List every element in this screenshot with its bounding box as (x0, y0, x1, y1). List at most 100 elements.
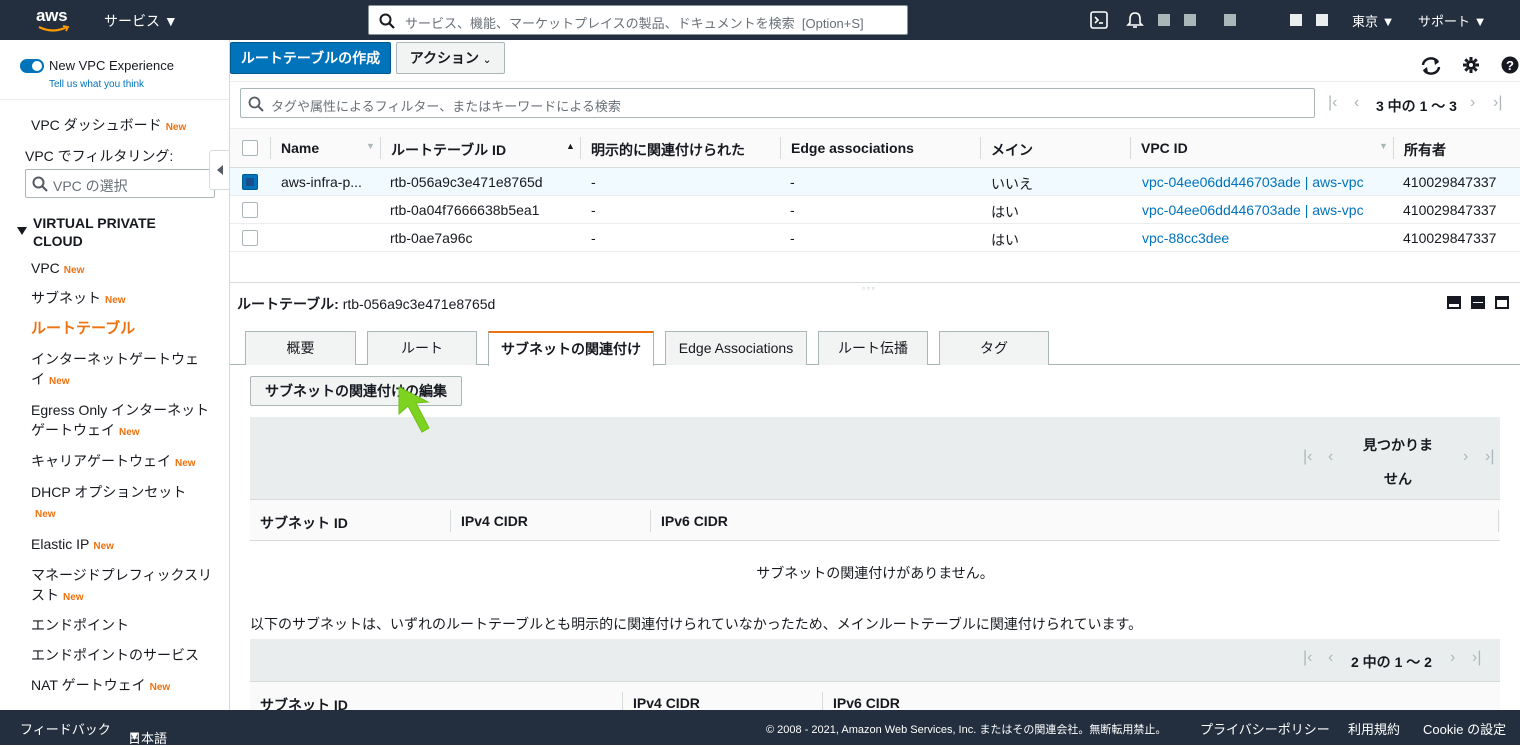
column-header-subnet-id[interactable]: サブネット ID (260, 513, 348, 533)
collapse-sidebar-button[interactable] (209, 150, 229, 190)
tab-subnet-associations[interactable]: サブネットの関連付け (488, 331, 654, 366)
layout-bottom-icon[interactable] (1447, 296, 1461, 309)
first-page-icon[interactable]: |‹ (1303, 448, 1312, 466)
cookie-settings-link[interactable]: Cookie の設定 (1423, 719, 1506, 738)
terms-link[interactable]: 利用規約 (1348, 719, 1400, 738)
row-checkbox[interactable] (242, 174, 258, 190)
cell-vpc-id-link[interactable]: vpc-04ee06dd446703ade | aws-vpc (1142, 202, 1364, 218)
column-header-edge-associations[interactable]: Edge associations (791, 140, 914, 156)
last-page-icon[interactable]: ›| (1493, 94, 1502, 112)
column-header-vpc-id[interactable]: VPC ID (1141, 140, 1188, 156)
table-row[interactable]: aws-infra-p... rtb-056a9c3e471e8765d - -… (230, 168, 1520, 196)
table-row[interactable]: rtb-0a04f7666638b5ea1 - - はい vpc-04ee06d… (230, 196, 1520, 224)
sidebar-item-vpc-dashboard[interactable]: VPC ダッシュボード New (31, 115, 216, 138)
search-placeholder: サービス、機能、マーケットプレイスの製品、ドキュメントを検索 [Option+S… (405, 13, 864, 32)
column-header-subnet-id[interactable]: サブネット ID (260, 695, 348, 710)
sort-icon[interactable]: ▼ (1379, 141, 1388, 151)
column-header-owner[interactable]: 所有者 (1404, 140, 1446, 160)
layout-split-icon[interactable] (1471, 296, 1485, 309)
column-header-explicit-associations[interactable]: 明示的に関連付けられた (591, 140, 745, 160)
notifications-bell-icon[interactable] (1126, 11, 1144, 29)
column-header-ipv6-cidr[interactable]: IPv6 CIDR (661, 513, 728, 529)
sidebar-item-egress-only-igw[interactable]: Egress Only インターネットゲートウェイ New (31, 400, 216, 443)
layout-full-icon[interactable] (1495, 296, 1509, 309)
new-badge: New (105, 295, 126, 306)
sidebar-item-elastic-ip[interactable]: Elastic IP New (31, 534, 216, 557)
support-menu[interactable]: サポート ▼ (1418, 11, 1487, 30)
column-separator (1498, 510, 1499, 532)
privacy-policy-link[interactable]: プライバシーポリシー (1200, 719, 1330, 738)
sidebar-item-subnets[interactable]: サブネット New (31, 288, 216, 311)
column-separator (980, 137, 981, 159)
last-page-icon[interactable]: ›| (1485, 448, 1494, 466)
settings-gear-icon[interactable] (1462, 56, 1480, 74)
search-shortcut: [Option+S] (801, 16, 864, 31)
sidebar-item-endpoints[interactable]: エンドポイント (31, 615, 216, 635)
next-page-icon[interactable]: › (1463, 448, 1468, 466)
cell-edge: - (790, 174, 795, 190)
vpc-filter-select[interactable]: VPC の選択 (25, 169, 215, 198)
route-table-filter-input[interactable]: タグや属性によるフィルター、またはキーワードによる検索 (240, 88, 1315, 118)
global-search-input[interactable]: サービス、機能、マーケットプレイスの製品、ドキュメントを検索 [Option+S… (368, 5, 908, 35)
column-separator (780, 137, 781, 159)
aws-logo[interactable]: aws (36, 6, 70, 34)
row-checkbox[interactable] (242, 202, 258, 218)
column-header-ipv4-cidr[interactable]: IPv4 CIDR (461, 513, 528, 529)
expand-triangle-icon[interactable] (17, 227, 27, 235)
account-redacted-block (1290, 14, 1302, 26)
implicit-subnets-table-header: サブネット ID IPv4 CIDR IPv6 CIDR (250, 681, 1500, 710)
tell-us-link[interactable]: Tell us what you think (49, 79, 144, 90)
sidebar-item-vpc[interactable]: VPC New (31, 258, 216, 281)
column-header-route-table-id[interactable]: ルートテーブル ID (391, 140, 506, 160)
next-page-icon[interactable]: › (1450, 649, 1455, 667)
actions-dropdown[interactable]: アクション ⌄ (396, 42, 505, 74)
sidebar-item-prefix-lists[interactable]: マネージドプレフィックスリスト New (31, 565, 216, 608)
sidebar-item-label: NAT ゲートウェイ (31, 677, 146, 693)
row-checkbox[interactable] (242, 230, 258, 246)
tab-edge-associations[interactable]: Edge Associations (665, 331, 807, 365)
column-header-name[interactable]: Name (281, 140, 319, 156)
first-page-icon[interactable]: |‹ (1303, 649, 1312, 667)
tab-route-propagation[interactable]: ルート伝播 (818, 331, 928, 365)
cell-vpc-id-link[interactable]: vpc-88cc3dee (1142, 230, 1229, 246)
tab-tags[interactable]: タグ (939, 331, 1049, 365)
sidebar-item-internet-gateways[interactable]: インターネットゲートウェイ New (31, 349, 203, 392)
tab-overview[interactable]: 概要 (245, 331, 356, 365)
panel-splitter[interactable] (230, 282, 1520, 283)
sidebar-item-carrier-gateways[interactable]: キャリアゲートウェイ New (31, 451, 216, 474)
feedback-link[interactable]: フィードバック (20, 719, 111, 738)
sort-icon[interactable]: ▼ (366, 141, 375, 151)
next-page-icon[interactable]: › (1470, 94, 1475, 112)
last-page-icon[interactable]: ›| (1472, 649, 1481, 667)
cell-vpc-id-link[interactable]: vpc-04ee06dd446703ade | aws-vpc (1142, 174, 1364, 190)
first-page-icon[interactable]: |‹ (1328, 94, 1337, 112)
refresh-icon[interactable] (1420, 56, 1442, 76)
cloudshell-icon[interactable] (1090, 11, 1108, 29)
select-all-checkbox[interactable] (242, 140, 258, 156)
table-row[interactable]: rtb-0ae7a96c - - はい vpc-88cc3dee 4100298… (230, 224, 1520, 252)
help-icon[interactable]: ? (1501, 56, 1519, 74)
prev-page-icon[interactable]: ‹ (1354, 94, 1359, 112)
services-label: サービス (104, 13, 160, 29)
column-header-ipv6-cidr[interactable]: IPv6 CIDR (833, 695, 900, 710)
sidebar-item-endpoint-services[interactable]: エンドポイントのサービス (31, 645, 216, 665)
sidebar-item-route-tables[interactable]: ルートテーブル (31, 319, 216, 339)
sidebar-section-vpc[interactable]: VIRTUAL PRIVATE CLOUD (33, 214, 183, 250)
create-route-table-button[interactable]: ルートテーブルの作成 (230, 42, 391, 74)
prev-page-icon[interactable]: ‹ (1328, 448, 1333, 466)
cell-main: はい (991, 232, 1019, 248)
new-vpc-experience-toggle[interactable] (20, 59, 44, 73)
column-header-ipv4-cidr[interactable]: IPv4 CIDR (633, 695, 700, 710)
services-menu[interactable]: サービス ▼ (104, 11, 178, 31)
region-selector[interactable]: 東京 ▼ (1352, 11, 1395, 30)
prev-page-icon[interactable]: ‹ (1328, 649, 1333, 667)
sort-ascending-icon[interactable]: ▲ (566, 141, 575, 151)
cell-route-table-id: rtb-056a9c3e471e8765d (390, 174, 543, 190)
sidebar-item-label: エンドポイントのサービス (31, 647, 199, 663)
sidebar-item-nat-gateways[interactable]: NAT ゲートウェイ New (31, 675, 216, 698)
sidebar-item-dhcp-options[interactable]: DHCP オプションセット New (31, 482, 196, 525)
cell-owner: 410029847337 (1403, 230, 1497, 246)
drag-handle-icon[interactable]: ▫▫▫ (862, 284, 877, 293)
column-header-main[interactable]: メイン (991, 140, 1033, 160)
tab-routes[interactable]: ルート (367, 331, 477, 365)
